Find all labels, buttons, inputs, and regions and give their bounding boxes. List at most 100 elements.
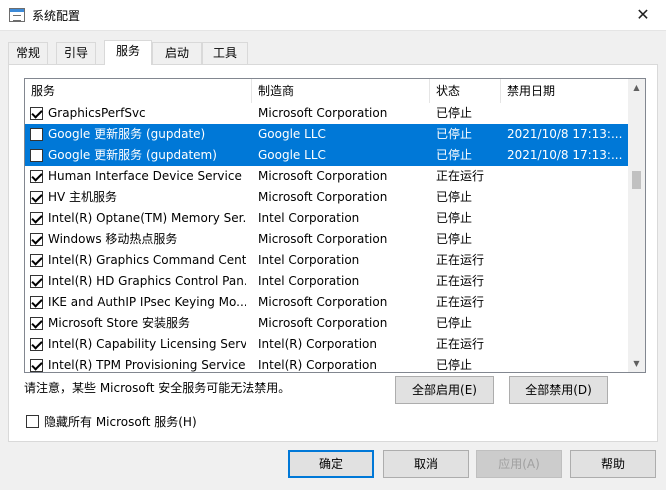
service-row[interactable]: Microsoft Store 安装服务 Microsoft Corporatio… <box>25 313 629 334</box>
service-row[interactable]: HV 主机服务 Microsoft Corporation 已停止 <box>25 187 629 208</box>
service-manufacturer: Intel Corporation <box>258 253 360 267</box>
tab-boot[interactable]: 引导 <box>56 42 96 64</box>
service-disabled-date <box>507 103 627 124</box>
service-row[interactable]: Windows 移动热点服务 Microsoft Corporation 已停止 <box>25 229 629 250</box>
service-row[interactable]: Intel(R) HD Graphics Control Pan... Intel… <box>25 271 629 292</box>
service-manufacturer: Google LLC <box>258 127 326 141</box>
cancel-button[interactable]: 取消 <box>383 450 469 478</box>
service-checkbox[interactable] <box>30 233 43 246</box>
window-title: 系统配置 <box>32 9 81 23</box>
tab-tools[interactable]: 工具 <box>202 42 248 64</box>
service-name: GraphicsPerfSvc <box>48 106 146 120</box>
service-manufacturer: Intel Corporation <box>258 274 360 288</box>
service-checkbox[interactable] <box>30 191 43 204</box>
service-disabled-date <box>507 208 627 229</box>
service-status: 已停止 <box>436 232 473 246</box>
service-row[interactable]: Google 更新服务 (gupdate) Google LLC 已停止 2021/1… <box>25 124 629 145</box>
service-disabled-date <box>507 229 627 250</box>
hide-ms-services-checkbox[interactable] <box>26 415 39 428</box>
service-manufacturer: Google LLC <box>258 148 326 162</box>
scroll-thumb[interactable] <box>632 171 641 190</box>
dialog-buttons: 确定 取消 应用(A) 帮助 <box>0 448 666 480</box>
service-disabled-date: 2021/10/8 17:13:... <box>507 127 623 141</box>
service-disabled-date <box>507 271 627 292</box>
service-manufacturer: Microsoft Corporation <box>258 316 388 330</box>
service-row[interactable]: Intel(R) Capability Licensing Servi... In… <box>25 334 629 355</box>
service-name: Intel(R) HD Graphics Control Pan... <box>48 274 246 288</box>
column-header-status[interactable]: 状态 <box>430 79 501 103</box>
hide-ms-services-label: 隐藏所有 Microsoft 服务(H) <box>44 415 197 429</box>
service-name: HV 主机服务 <box>48 190 118 204</box>
services-list[interactable]: 服务 制造商 状态 禁用日期 GraphicsPerfSvc Microsoft … <box>24 78 646 373</box>
service-status: 已停止 <box>436 211 473 225</box>
service-manufacturer: Microsoft Corporation <box>258 106 388 120</box>
close-button[interactable]: ✕ <box>620 0 666 31</box>
service-row[interactable]: Google 更新服务 (gupdatem) Google LLC 已停止 2021/… <box>25 145 629 166</box>
security-note: 请注意，某些 Microsoft 安全服务可能无法禁用。 <box>24 381 291 395</box>
service-checkbox[interactable] <box>30 275 43 288</box>
service-row[interactable]: Intel(R) Graphics Command Cent... Intel C… <box>25 250 629 271</box>
service-name: Intel(R) Optane(TM) Memory Ser... <box>48 211 246 225</box>
service-checkbox[interactable] <box>30 359 43 372</box>
service-disabled-date <box>507 187 627 208</box>
service-name: Microsoft Store 安装服务 <box>48 316 190 330</box>
service-disabled-date <box>507 166 627 187</box>
tab-strip: 常规 引导 服务 启动 工具 <box>8 40 658 65</box>
service-disabled-date: 2021/10/8 17:13:... <box>507 148 623 162</box>
service-checkbox[interactable] <box>30 254 43 267</box>
service-row[interactable]: GraphicsPerfSvc Microsoft Corporation 已停止 <box>25 103 629 124</box>
system-config-icon <box>9 8 25 22</box>
scroll-up-arrow-icon[interactable]: ▲ <box>628 79 645 96</box>
service-checkbox[interactable] <box>30 212 43 225</box>
service-status: 已停止 <box>436 358 473 372</box>
tab-startup[interactable]: 启动 <box>152 42 202 64</box>
service-status: 已停止 <box>436 148 473 162</box>
disable-all-button[interactable]: 全部禁用(D) <box>509 376 608 404</box>
service-manufacturer: Microsoft Corporation <box>258 169 388 183</box>
service-disabled-date <box>507 250 627 271</box>
service-checkbox[interactable] <box>30 296 43 309</box>
service-status: 正在运行 <box>436 169 485 183</box>
services-panel: 服务 制造商 状态 禁用日期 GraphicsPerfSvc Microsoft … <box>8 64 658 442</box>
service-row[interactable]: Intel(R) Optane(TM) Memory Ser... Intel C… <box>25 208 629 229</box>
service-manufacturer: Microsoft Corporation <box>258 295 388 309</box>
service-manufacturer: Microsoft Corporation <box>258 190 388 204</box>
service-name: Intel(R) Graphics Command Cent... <box>48 253 246 267</box>
service-status: 正在运行 <box>436 337 485 351</box>
scroll-down-arrow-icon[interactable]: ▼ <box>628 355 645 372</box>
service-name: Human Interface Device Service <box>48 169 242 183</box>
service-disabled-date <box>507 355 627 372</box>
vertical-scrollbar[interactable]: ▲ ▼ <box>628 79 645 372</box>
service-checkbox[interactable] <box>30 338 43 351</box>
service-checkbox[interactable] <box>30 317 43 330</box>
service-name: Windows 移动热点服务 <box>48 232 178 246</box>
service-row[interactable]: Human Interface Device Service Microsoft … <box>25 166 629 187</box>
service-checkbox[interactable] <box>30 107 43 120</box>
service-name: Intel(R) Capability Licensing Servi... <box>48 337 246 351</box>
service-status: 已停止 <box>436 190 473 204</box>
service-row[interactable]: Intel(R) TPM Provisioning Service Intel(R… <box>25 355 629 372</box>
service-row[interactable]: IKE and AuthIP IPsec Keying Mo... Microso… <box>25 292 629 313</box>
enable-all-button[interactable]: 全部启用(E) <box>395 376 494 404</box>
tab-services[interactable]: 服务 <box>104 40 152 65</box>
service-status: 已停止 <box>436 316 473 330</box>
service-manufacturer: Intel(R) Corporation <box>258 337 377 351</box>
list-header: 服务 制造商 状态 禁用日期 <box>25 79 629 103</box>
service-checkbox[interactable] <box>30 149 43 162</box>
tab-general[interactable]: 常规 <box>8 42 48 64</box>
service-manufacturer: Microsoft Corporation <box>258 232 388 246</box>
column-header-disabled-date[interactable]: 禁用日期 <box>501 79 629 103</box>
service-status: 已停止 <box>436 127 473 141</box>
help-button[interactable]: 帮助 <box>570 450 656 478</box>
service-name: IKE and AuthIP IPsec Keying Mo... <box>48 295 246 309</box>
service-disabled-date <box>507 292 627 313</box>
service-disabled-date <box>507 334 627 355</box>
column-header-manufacturer[interactable]: 制造商 <box>252 79 430 103</box>
column-header-service[interactable]: 服务 <box>25 79 252 103</box>
service-status: 正在运行 <box>436 295 485 309</box>
service-checkbox[interactable] <box>30 170 43 183</box>
service-checkbox[interactable] <box>30 128 43 141</box>
apply-button[interactable]: 应用(A) <box>476 450 562 478</box>
ok-button[interactable]: 确定 <box>288 450 374 478</box>
service-name: Intel(R) TPM Provisioning Service <box>48 358 246 372</box>
